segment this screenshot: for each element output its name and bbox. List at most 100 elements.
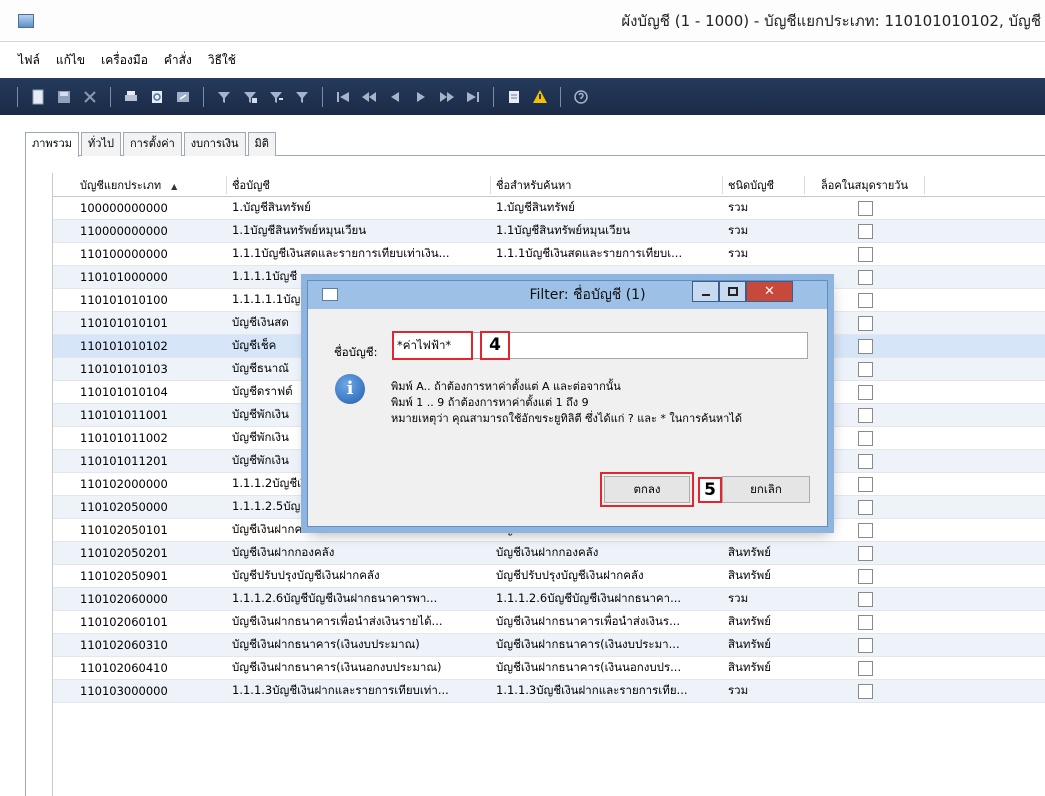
locked-in-journal-checkbox[interactable] <box>857 223 873 239</box>
table-row[interactable]: 100000000000 1.บัญชีสินทรัพย์ 1.บัญชีสินทร… <box>53 197 1045 220</box>
column-header-account-name[interactable]: ชื่อบัญชี <box>227 175 491 194</box>
ledger-account-cell[interactable]: 110102050201 <box>75 546 227 560</box>
search-name-cell[interactable]: 1.1บัญชีสินทรัพย์หมุนเวียน <box>491 222 723 240</box>
next-record-icon[interactable] <box>412 88 430 106</box>
locked-in-journal-checkbox[interactable] <box>857 338 873 354</box>
account-type-cell[interactable]: สินทรัพย์ <box>723 544 805 562</box>
locked-in-journal-checkbox[interactable] <box>857 614 873 630</box>
save-icon[interactable] <box>55 88 73 106</box>
account-name-cell[interactable]: บัญชีเงินฝากธนาคารเพื่อนำส่งเงินรายได้..… <box>227 613 491 631</box>
first-record-icon[interactable] <box>334 88 352 106</box>
ledger-account-cell[interactable]: 110103000000 <box>75 684 227 698</box>
account-name-cell[interactable]: 1.1บัญชีสินทรัพย์หมุนเวียน <box>227 222 491 240</box>
locked-in-journal-checkbox[interactable] <box>857 683 873 699</box>
tab-dimensions[interactable]: มิติ <box>247 132 276 156</box>
table-row[interactable]: 110103000000 1.1.1.3บัญชีเงินฝากและรายการ… <box>53 680 1045 703</box>
next-page-icon[interactable] <box>438 88 456 106</box>
filter-by-selection-icon[interactable] <box>215 88 233 106</box>
account-type-cell[interactable]: รวม <box>723 199 805 217</box>
ok-button[interactable]: ตกลง <box>604 476 690 503</box>
previous-record-icon[interactable] <box>386 88 404 106</box>
locked-in-journal-checkbox[interactable] <box>857 292 873 308</box>
ledger-account-cell[interactable]: 110101011001 <box>75 408 227 422</box>
table-row[interactable]: 110102060101 บัญชีเงินฝากธนาคารเพื่อนำส่ง… <box>53 611 1045 634</box>
ledger-account-cell[interactable]: 110102050101 <box>75 523 227 537</box>
search-name-cell[interactable]: บัญชีเงินฝากกองคลัง <box>491 544 723 562</box>
locked-in-journal-checkbox[interactable] <box>857 522 873 538</box>
ledger-account-cell[interactable]: 110102060410 <box>75 661 227 675</box>
account-type-cell[interactable]: สินทรัพย์ <box>723 567 805 585</box>
ledger-account-cell[interactable]: 110101010102 <box>75 339 227 353</box>
locked-in-journal-checkbox[interactable] <box>857 315 873 331</box>
ledger-account-cell[interactable]: 100000000000 <box>75 201 227 215</box>
ledger-account-cell[interactable]: 110102060000 <box>75 592 227 606</box>
export-icon[interactable] <box>174 88 192 106</box>
locked-in-journal-checkbox[interactable] <box>857 430 873 446</box>
account-type-cell[interactable]: รวม <box>723 682 805 700</box>
account-type-cell[interactable]: รวม <box>723 245 805 263</box>
table-row[interactable]: 110102060310 บัญชีเงินฝากธนาคาร(เงินงบประ… <box>53 634 1045 657</box>
ledger-account-cell[interactable]: 110102050000 <box>75 500 227 514</box>
locked-in-journal-checkbox[interactable] <box>857 384 873 400</box>
ledger-account-cell[interactable]: 110101010101 <box>75 316 227 330</box>
locked-in-journal-checkbox[interactable] <box>857 545 873 561</box>
ledger-account-cell[interactable]: 110000000000 <box>75 224 227 238</box>
menu-file[interactable]: ไฟล์ <box>18 51 40 70</box>
table-row[interactable]: 110102060000 1.1.1.2.6บัญชีบัญชีเงินฝากธน… <box>53 588 1045 611</box>
search-name-cell[interactable]: บัญชีปรับปรุงบัญชีเงินฝากคลัง <box>491 567 723 585</box>
account-name-cell[interactable]: 1.บัญชีสินทรัพย์ <box>227 199 491 217</box>
previous-page-icon[interactable] <box>360 88 378 106</box>
account-name-cell[interactable]: บัญชีปรับปรุงบัญชีเงินฝากคลัง <box>227 567 491 585</box>
column-header-locked-in-journal[interactable]: ล็อคในสมุดรายวัน <box>805 175 925 194</box>
locked-in-journal-checkbox[interactable] <box>857 591 873 607</box>
locked-in-journal-checkbox[interactable] <box>857 200 873 216</box>
search-name-cell[interactable]: 1.1.1บัญชีเงินสดและรายการเทียบเ... <box>491 245 723 263</box>
print-preview-icon[interactable] <box>148 88 166 106</box>
locked-in-journal-checkbox[interactable] <box>857 499 873 515</box>
locked-in-journal-checkbox[interactable] <box>857 407 873 423</box>
table-row[interactable]: 110102050201 บัญชีเงินฝากกองคลัง บัญชีเงิน… <box>53 542 1045 565</box>
search-name-cell[interactable]: 1.บัญชีสินทรัพย์ <box>491 199 723 217</box>
advanced-filter-icon[interactable] <box>267 88 285 106</box>
account-name-cell[interactable]: 1.1.1.3บัญชีเงินฝากและรายการเทียบเท่า... <box>227 682 491 700</box>
search-name-cell[interactable]: บัญชีเงินฝากธนาคาร(เงินงบประมา... <box>491 636 723 654</box>
ledger-account-cell[interactable]: 110101010100 <box>75 293 227 307</box>
table-row[interactable]: 110100000000 1.1.1บัญชีเงินสดและรายการเที… <box>53 243 1045 266</box>
menu-tools[interactable]: เครื่องมือ <box>101 51 148 70</box>
table-row[interactable]: 110000000000 1.1บัญชีสินทรัพย์หมุนเวียน 1.… <box>53 220 1045 243</box>
account-type-cell[interactable]: สินทรัพย์ <box>723 636 805 654</box>
table-row[interactable]: 110102060410 บัญชีเงินฝากธนาคาร(เงินนอกงบ… <box>53 657 1045 680</box>
search-name-cell[interactable]: บัญชีเงินฝากธนาคาร(เงินนอกงบปร... <box>491 659 723 677</box>
account-name-cell[interactable]: 1.1.1.2.6บัญชีบัญชีเงินฝากธนาคารพา... <box>227 590 491 608</box>
search-name-cell[interactable]: 1.1.1.3บัญชีเงินฝากและรายการเทีย... <box>491 682 723 700</box>
tab-financial-statements[interactable]: งบการเงิน <box>183 132 246 156</box>
alert-icon[interactable] <box>531 88 549 106</box>
locked-in-journal-checkbox[interactable] <box>857 568 873 584</box>
ledger-account-cell[interactable]: 110102000000 <box>75 477 227 491</box>
ledger-account-cell[interactable]: 110102060101 <box>75 615 227 629</box>
maximize-button[interactable] <box>719 281 746 302</box>
account-type-cell[interactable]: สินทรัพย์ <box>723 659 805 677</box>
help-icon[interactable] <box>572 88 590 106</box>
last-record-icon[interactable] <box>464 88 482 106</box>
minimize-button[interactable] <box>692 281 719 302</box>
tab-overview[interactable]: ภาพรวม <box>25 132 80 157</box>
tab-setup[interactable]: การตั้งค่า <box>122 132 182 156</box>
locked-in-journal-checkbox[interactable] <box>857 453 873 469</box>
column-header-account-type[interactable]: ชนิดบัญชี <box>723 175 805 194</box>
ledger-account-cell[interactable]: 110102050901 <box>75 569 227 583</box>
account-name-cell[interactable]: 1.1.1บัญชีเงินสดและรายการเทียบเท่าเงิน..… <box>227 245 491 263</box>
column-header-search-name[interactable]: ชื่อสำหรับค้นหา <box>491 175 723 194</box>
search-name-cell[interactable]: บัญชีเงินฝากธนาคารเพื่อนำส่งเงินร... <box>491 613 723 631</box>
account-type-cell[interactable]: รวม <box>723 590 805 608</box>
locked-in-journal-checkbox[interactable] <box>857 637 873 653</box>
remove-filter-icon[interactable] <box>293 88 311 106</box>
delete-icon[interactable] <box>81 88 99 106</box>
column-header-ledger-account[interactable]: บัญชีแยกประเภท ▲ <box>75 175 227 194</box>
filter-input[interactable] <box>393 332 808 359</box>
tab-general[interactable]: ทั่วไป <box>81 132 121 156</box>
locked-in-journal-checkbox[interactable] <box>857 361 873 377</box>
locked-in-journal-checkbox[interactable] <box>857 269 873 285</box>
locked-in-journal-checkbox[interactable] <box>857 660 873 676</box>
ledger-account-cell[interactable]: 110101011201 <box>75 454 227 468</box>
